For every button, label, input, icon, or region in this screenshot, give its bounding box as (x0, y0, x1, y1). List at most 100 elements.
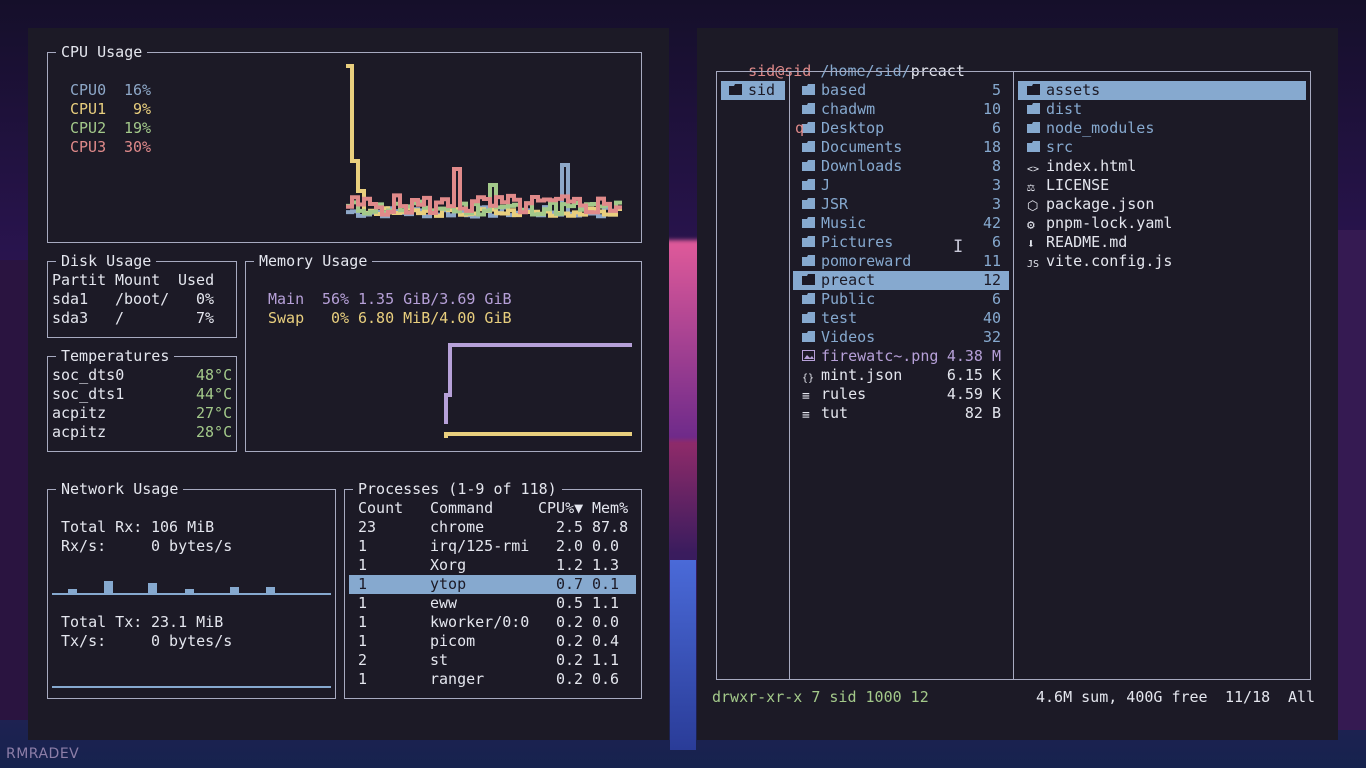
directory-entry[interactable]: Pictures 6 (793, 233, 1009, 252)
temp-sensor-value: 44°C (196, 385, 233, 403)
file-entry[interactable]: firewatc~.png 4.38 M (793, 347, 1009, 366)
directory-entry[interactable]: Downloads 8 (793, 157, 1009, 176)
rx-sparkline (52, 581, 331, 595)
directory-entry[interactable]: chadwm 10 (793, 100, 1009, 119)
rx-total-value: 106 MiB (151, 518, 215, 536)
process-row[interactable]: 1 Xorg 1.2 1.3 (349, 556, 636, 575)
wallpaper-right (1338, 230, 1366, 730)
process-row[interactable]: 1 irq/125-rmi 2.0 0.0 (349, 537, 636, 556)
process-cpu: 0.7 (556, 575, 584, 593)
ranger-window[interactable]: sid@sid /home/sid/preact sid based 5 chadw… (697, 28, 1338, 740)
proc-header-count[interactable]: Count (358, 499, 403, 518)
preview-file-entry[interactable]: ⬇ README.md (1018, 233, 1306, 252)
parent-entry[interactable]: sid (721, 81, 785, 100)
ytop-window[interactable]: CPU Usage CPU0 16% CPU1 9% CPU2 19% CPU3… (28, 28, 669, 740)
entry-name: Desktop (821, 119, 885, 137)
process-cpu: 2.5 (556, 518, 584, 536)
entry-size: 6 (991, 290, 1001, 308)
directory-entry[interactable]: Documents 18 (793, 138, 1009, 157)
file-entry[interactable]: {} mint.json 6.15 K (793, 366, 1009, 385)
folder-icon (1027, 84, 1041, 96)
entry-name: test (821, 309, 858, 327)
process-command: eww (430, 594, 458, 612)
entry-name: chadwm (821, 100, 876, 118)
entry-name: preact (821, 271, 876, 289)
text-icon: ≡ (802, 389, 810, 404)
entry-size: 42 (982, 214, 1001, 232)
license-icon: ⚖ (1027, 180, 1035, 195)
directory-entry[interactable]: JSR 3 (793, 195, 1009, 214)
process-row[interactable]: 1 ytop 0.7 0.1 (349, 575, 636, 594)
process-command: picom (430, 632, 476, 650)
cpu-panel: CPU Usage CPU0 16% CPU1 9% CPU2 19% CPU3… (47, 42, 642, 243)
entry-size: 11 (982, 252, 1001, 270)
directory-entry[interactable]: pomoreward 11 (793, 252, 1009, 271)
proc-header-mem[interactable]: Mem% (592, 499, 628, 518)
entry-name: Pictures (821, 233, 894, 251)
rx-spark-bar (68, 589, 77, 593)
disk-title: Disk Usage (56, 251, 157, 271)
process-cpu: 0.2 (556, 613, 584, 631)
proc-header-command[interactable]: Command (430, 499, 493, 518)
memory-panel: Memory Usage Main 56% 1.35 GiB/3.69 GiB … (245, 251, 642, 452)
directory-entry[interactable]: Desktop 6 (793, 119, 1009, 138)
download-icon: ⬇ (1027, 237, 1035, 252)
directory-entry[interactable]: based 5 (793, 81, 1009, 100)
process-row[interactable]: 23 chrome 2.5 87.8 (349, 518, 636, 537)
disk-row-mount: /boot/ (115, 290, 170, 308)
gear-icon: ⚙ (1027, 218, 1035, 233)
directory-entry[interactable]: J3 (793, 176, 1009, 195)
proc-header-cpu[interactable]: CPU%▼ (538, 499, 583, 518)
network-title: Network Usage (56, 479, 184, 499)
process-row[interactable]: 1 eww 0.5 1.1 (349, 594, 636, 613)
preview-directory-entry[interactable]: node_modules (1018, 119, 1306, 138)
cpu2-label: CPU2 (70, 119, 107, 137)
memory-swap-label: Swap (268, 309, 305, 327)
directory-entry[interactable]: test 40 (793, 309, 1009, 328)
directory-entry[interactable]: Music 42 (793, 214, 1009, 233)
file-entry[interactable]: ≡ rules 4.59 K (793, 385, 1009, 404)
entry-name: based (821, 81, 867, 99)
entry-size: 8 (991, 157, 1001, 175)
process-command: irq/125-rmi (430, 537, 530, 555)
entry-size: 6.15 K (946, 366, 1001, 384)
entry-name: firewatc~.png (821, 347, 939, 365)
file-entry[interactable]: ≡ tut 82 B (793, 404, 1009, 423)
process-command: ytop (430, 575, 467, 593)
entry-name: pomoreward (821, 252, 912, 270)
process-mem: 1.3 (592, 556, 620, 574)
folder-icon (802, 255, 816, 267)
process-count: 1 (358, 556, 368, 574)
process-row[interactable]: 1 picom 0.2 0.4 (349, 632, 636, 651)
preview-file-entry[interactable]: <> index.html (1018, 157, 1306, 176)
preview-file-entry[interactable]: ⚖ LICENSE (1018, 176, 1306, 195)
preview-file-entry[interactable]: ⚙ pnpm-lock.yaml (1018, 214, 1306, 233)
preview-directory-entry[interactable]: dist (1018, 100, 1306, 119)
directory-entry[interactable]: Videos 32 (793, 328, 1009, 347)
directory-entry[interactable]: preact 12 (793, 271, 1009, 290)
directory-entry[interactable]: Public 6 (793, 290, 1009, 309)
disk-panel: Disk Usage Partit Mount Used sda1 /boot/… (47, 251, 237, 338)
process-cpu: 0.2 (556, 632, 584, 650)
entry-name: README.md (1046, 233, 1128, 251)
preview-file-entry[interactable]: ⬡ package.json (1018, 195, 1306, 214)
preview-file-entry[interactable]: JS vite.config.js (1018, 252, 1306, 271)
process-row[interactable]: 1 ranger 0.2 0.6 (349, 670, 636, 689)
package-icon: ⬡ (1027, 199, 1039, 214)
preview-directory-entry[interactable]: assets (1018, 81, 1306, 100)
wallpaper-waterfall (670, 560, 696, 750)
memory-main-label: Main (268, 290, 305, 308)
entry-name: rules (821, 385, 867, 403)
process-row[interactable]: 1 kworker/0:0 0.2 0.0 (349, 613, 636, 632)
process-cpu: 1.2 (556, 556, 584, 574)
preview-directory-entry[interactable]: src (1018, 138, 1306, 157)
processes-panel[interactable]: Processes (1-9 of 118) Count Command CPU… (344, 479, 642, 699)
entry-size: 4.38 M (946, 347, 1001, 365)
process-count: 23 (358, 518, 377, 536)
entry-size: 40 (982, 309, 1001, 327)
entry-name: node_modules (1046, 119, 1155, 137)
folder-icon (802, 312, 816, 324)
entry-size: 4.59 K (946, 385, 1001, 403)
process-row[interactable]: 2 st 0.2 1.1 (349, 651, 636, 670)
process-mem: 0.0 (592, 613, 620, 631)
